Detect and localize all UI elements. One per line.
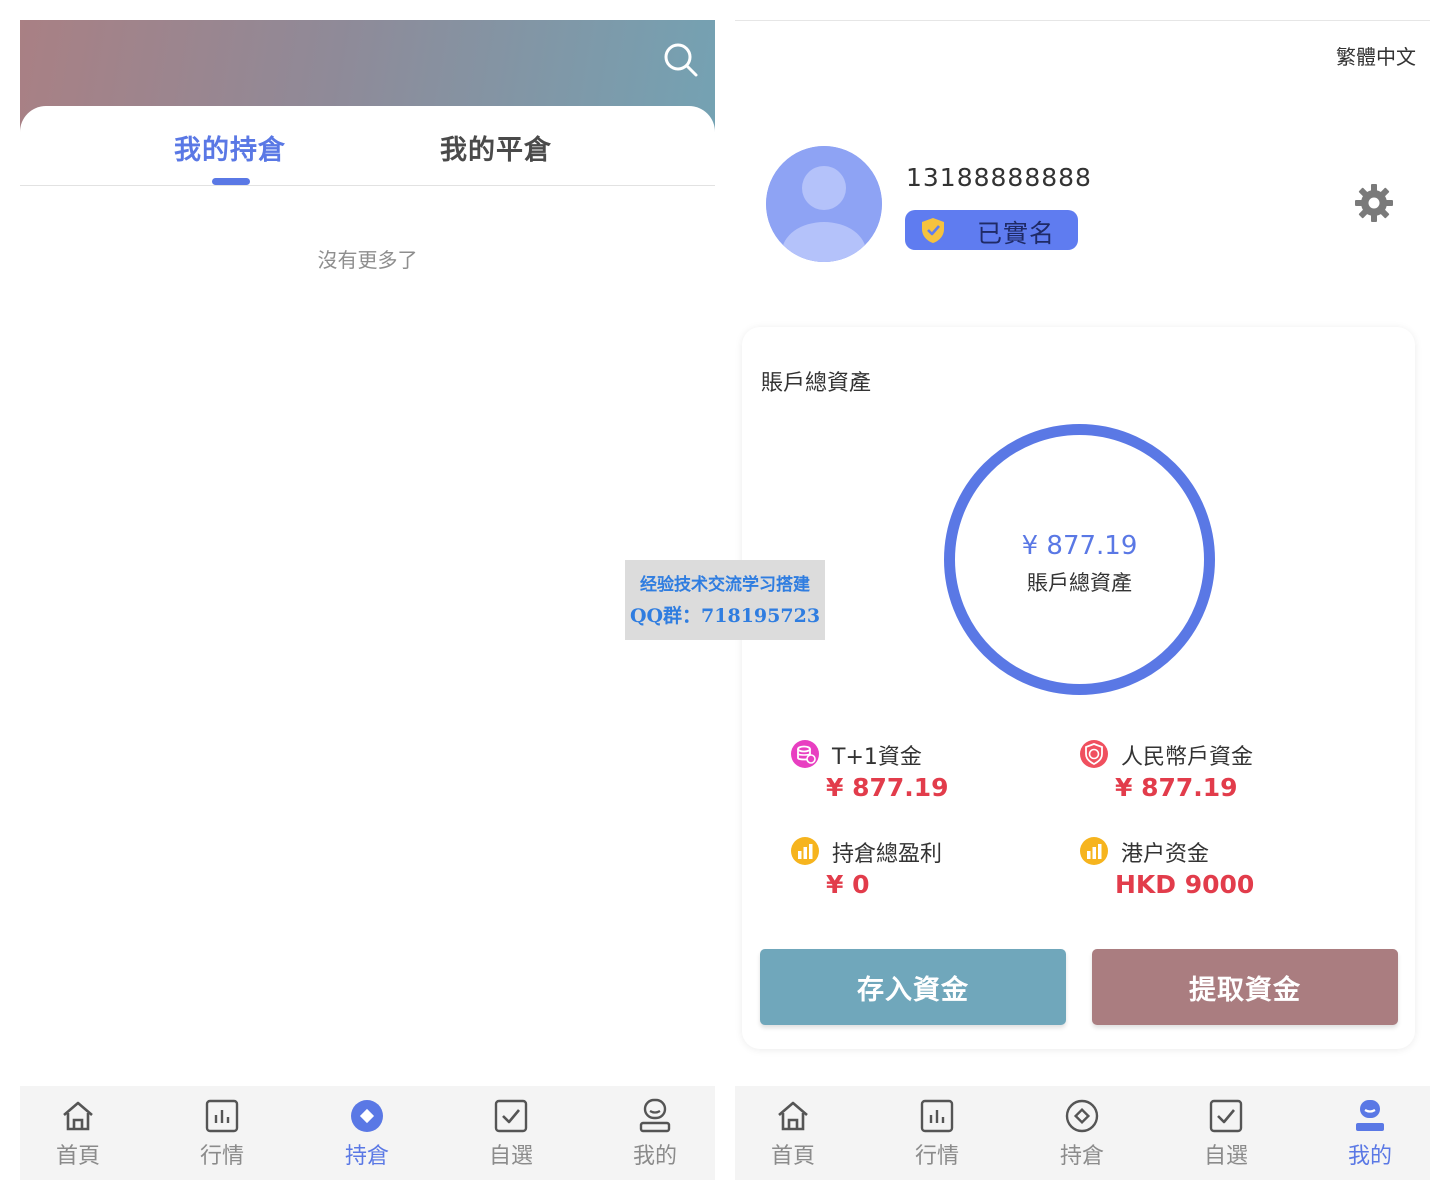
user-avatar-icon xyxy=(766,146,882,262)
deposit-button[interactable]: 存入資金 xyxy=(760,949,1066,1025)
home-icon xyxy=(63,1101,93,1131)
home-icon xyxy=(778,1101,808,1131)
coin-stack-icon xyxy=(791,740,819,768)
stage: 我的持倉 我的平倉 沒有更多了 首頁 行情 持倉 自選 我的 繁體中文 1318… xyxy=(0,0,1450,1200)
stat-value: ¥ 877.19 xyxy=(826,773,949,802)
search-icon xyxy=(664,43,698,77)
watchlist-icon xyxy=(494,1099,528,1133)
stat-label: 港户资金 xyxy=(1121,842,1210,867)
position-icon xyxy=(1065,1099,1099,1133)
nav-item-market[interactable]: 行情 xyxy=(887,1098,987,1178)
shield-check-icon xyxy=(922,218,944,243)
nav-item-profile[interactable]: 我的 xyxy=(605,1098,705,1178)
asset-card-title: 賬戶總資產 xyxy=(761,371,872,396)
positions-tabs: 我的持倉 我的平倉 xyxy=(20,106,715,186)
chart-coin-icon xyxy=(791,837,819,865)
stat-label: 持倉總盈利 xyxy=(832,842,943,867)
watchlist-icon xyxy=(1209,1099,1243,1133)
nav-label: 首頁 xyxy=(770,1144,815,1169)
nav-label: 我的 xyxy=(632,1144,677,1169)
nav-label: 行情 xyxy=(199,1144,244,1169)
avatar[interactable] xyxy=(766,146,882,262)
total-asset-value: ¥ 877.19 xyxy=(1021,531,1138,561)
market-chart-icon xyxy=(205,1099,239,1133)
search-button[interactable] xyxy=(661,40,701,80)
tab-my-positions[interactable]: 我的持倉 xyxy=(174,128,286,167)
verified-badge: 已實名 xyxy=(905,210,1078,250)
stat-label: 人民幣戶資金 xyxy=(1121,745,1254,770)
nav-label: 我的 xyxy=(1347,1144,1392,1169)
watermark: 经验技术交流学习搭建 QQ群：718195723 xyxy=(625,560,825,640)
settings-button[interactable] xyxy=(1354,183,1394,223)
asset-card: 賬戶總資產 ¥ 877.19 賬戶總資產 T+1資金 ¥ 877.19 人民幣戶… xyxy=(742,327,1415,1049)
profile-screen: 繁體中文 13188888888 已實名 賬戶總資產 ¥ 877.19 賬戶總資… xyxy=(735,20,1430,1180)
total-asset-label: 賬戶總資產 xyxy=(1027,571,1132,595)
market-chart-icon xyxy=(920,1099,954,1133)
tab-active-indicator xyxy=(212,178,250,185)
nav-label: 持倉 xyxy=(344,1144,389,1169)
bottom-nav-left: 首頁 行情 持倉 自選 我的 xyxy=(20,1086,715,1180)
nav-item-home[interactable]: 首頁 xyxy=(743,1098,843,1178)
nav-item-market[interactable]: 行情 xyxy=(172,1098,272,1178)
stat-position-profit: 持倉總盈利 ¥ 0 xyxy=(790,836,1070,906)
nav-item-watchlist[interactable]: 自選 xyxy=(461,1098,561,1178)
nav-label: 行情 xyxy=(914,1144,959,1169)
withdraw-button[interactable]: 提取資金 xyxy=(1092,949,1398,1025)
profile-icon xyxy=(1356,1100,1384,1131)
stat-hk-funds: 港户资金 HKD 9000 xyxy=(1079,836,1359,906)
nav-item-watchlist[interactable]: 自選 xyxy=(1176,1098,1276,1178)
language-switch[interactable]: 繁體中文 xyxy=(1336,41,1416,70)
gear-icon xyxy=(1355,184,1393,222)
nav-item-positions[interactable]: 持倉 xyxy=(317,1098,417,1178)
user-phone: 13188888888 xyxy=(906,163,1092,192)
tab-closed-positions[interactable]: 我的平倉 xyxy=(440,128,552,167)
stat-value: ¥ 877.19 xyxy=(1115,773,1238,802)
profile-icon xyxy=(639,1098,671,1133)
verified-label: 已實名 xyxy=(977,219,1056,248)
nav-label: 持倉 xyxy=(1059,1144,1104,1169)
stat-label: T+1資金 xyxy=(832,745,922,770)
nav-item-profile[interactable]: 我的 xyxy=(1320,1098,1420,1178)
empty-list-text: 沒有更多了 xyxy=(317,248,418,272)
position-icon xyxy=(351,1100,383,1132)
nav-label: 自選 xyxy=(1203,1144,1248,1169)
nav-item-positions[interactable]: 持倉 xyxy=(1032,1098,1132,1178)
rmb-badge-icon xyxy=(1080,740,1108,768)
nav-item-home[interactable]: 首頁 xyxy=(28,1098,128,1178)
nav-label: 自選 xyxy=(488,1144,533,1169)
watermark-line1: 经验技术交流学习搭建 xyxy=(640,575,810,595)
bottom-nav-right: 首頁 行情 持倉 自選 我的 xyxy=(735,1086,1430,1180)
stat-value: HKD 9000 xyxy=(1115,870,1255,899)
nav-label: 首頁 xyxy=(55,1144,100,1169)
stat-rmb-funds: 人民幣戶資金 ¥ 877.19 xyxy=(1079,739,1359,809)
watermark-line2: QQ群：718195723 xyxy=(629,605,821,627)
stat-t1-funds: T+1資金 ¥ 877.19 xyxy=(790,739,1070,809)
chart-coin-icon xyxy=(1080,837,1108,865)
stat-value: ¥ 0 xyxy=(826,870,870,899)
positions-screen: 我的持倉 我的平倉 沒有更多了 首頁 行情 持倉 自選 我的 xyxy=(20,20,715,1180)
